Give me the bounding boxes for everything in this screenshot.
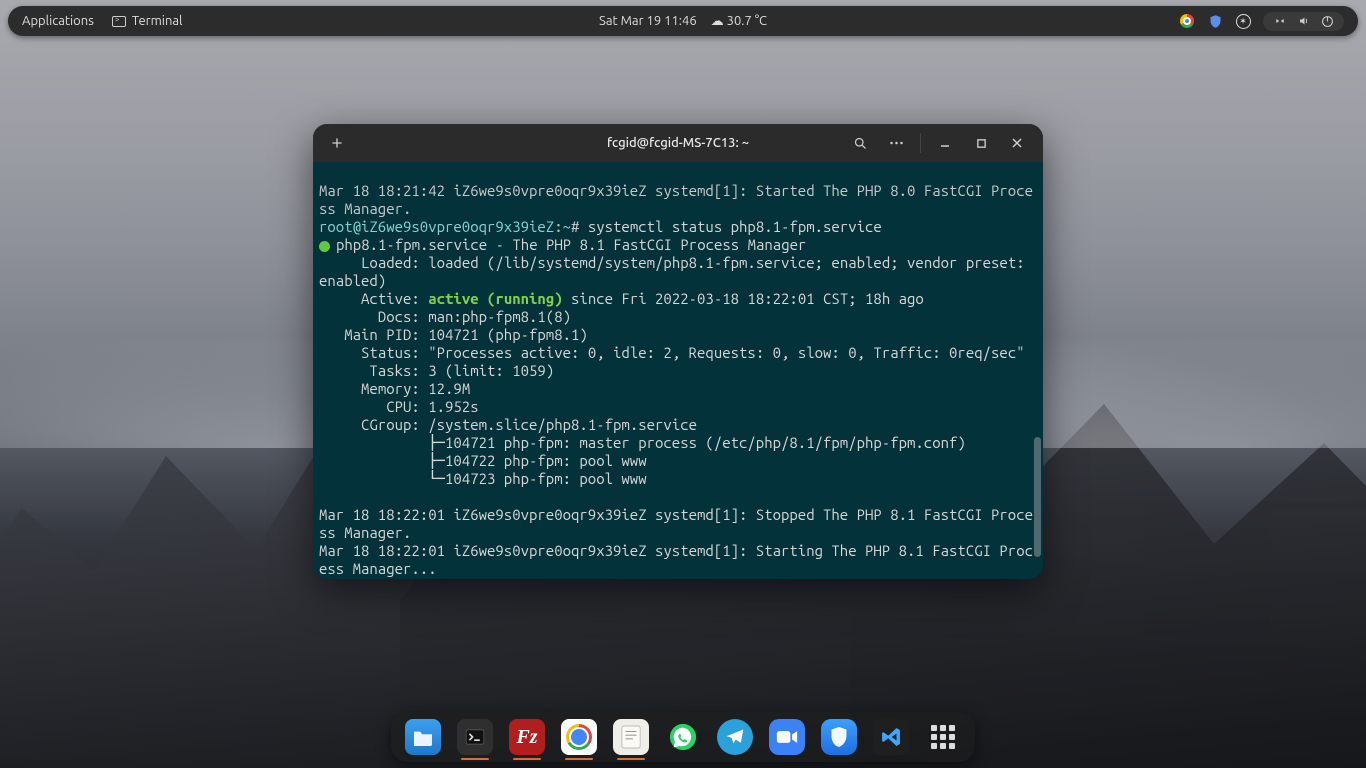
taskbar-terminal[interactable]: Terminal xyxy=(112,14,183,28)
maximize-button[interactable] xyxy=(965,129,997,157)
docs-line: Docs: man:php-fpm8.1(8) xyxy=(319,308,571,325)
dock: Fz xyxy=(391,712,975,762)
terminal-window: fcgid@fcgid-MS-7C13: ~ xyxy=(313,124,1043,579)
window-title: fcgid@fcgid-MS-7C13: ~ xyxy=(607,136,749,150)
active-label: Active: xyxy=(319,290,428,307)
network-icon xyxy=(1273,15,1287,27)
cpu-line: CPU: 1.952s xyxy=(319,398,479,415)
prompt-hash: # xyxy=(571,218,579,235)
cgroup-line: CGroup: /system.slice/php8.1-fpm.service xyxy=(319,416,697,433)
log-line: Mar 18 18:21:42 iZ6we9s0vpre0oqr9x39ieZ … xyxy=(319,182,1033,217)
prompt-path: ~ xyxy=(563,218,571,235)
desktop: Applications Terminal Sat Mar 19 11:46 ☁… xyxy=(0,0,1366,768)
new-tab-button[interactable] xyxy=(323,129,351,157)
temperature: 30.7 °C xyxy=(727,14,767,28)
dock-telegram[interactable] xyxy=(717,719,753,755)
clock[interactable]: Sat Mar 19 11:46 xyxy=(599,14,697,28)
scrollbar[interactable] xyxy=(1034,437,1041,557)
filezilla-label: Fz xyxy=(516,726,537,749)
cgroup-proc: ├─104721 php-fpm: master process (/etc/p… xyxy=(319,434,966,451)
weather[interactable]: ☁ 30.7 °C xyxy=(711,14,767,29)
accessibility-icon[interactable]: ✶ xyxy=(1235,13,1251,29)
volume-icon xyxy=(1297,15,1311,27)
dock-whatsapp[interactable] xyxy=(665,719,701,755)
system-tray[interactable] xyxy=(1263,12,1344,31)
power-icon xyxy=(1321,15,1334,28)
dock-vscode[interactable] xyxy=(873,719,909,755)
loaded-line: Loaded: loaded (/lib/systemd/system/php8… xyxy=(319,254,1033,289)
command: systemctl status php8.1-fpm.service xyxy=(588,218,882,235)
shield-icon[interactable] xyxy=(1207,13,1223,29)
log-line: Mar 18 18:22:01 iZ6we9s0vpre0oqr9x39ieZ … xyxy=(319,506,1033,541)
terminal-icon xyxy=(112,16,126,27)
chrome-icon xyxy=(566,724,592,750)
search-button[interactable] xyxy=(844,129,876,157)
dock-chrome[interactable] xyxy=(561,719,597,755)
status-dot-icon xyxy=(319,241,330,252)
taskbar-terminal-label: Terminal xyxy=(132,14,183,28)
menu-button[interactable] xyxy=(880,129,912,157)
close-button[interactable] xyxy=(1001,129,1033,157)
cgroup-proc: ├─104722 php-fpm: pool www xyxy=(319,452,647,469)
tasks-line: Tasks: 3 (limit: 1059) xyxy=(319,362,554,379)
apps-grid-icon xyxy=(931,725,955,749)
cgroup-proc: └─104723 php-fpm: pool www xyxy=(319,470,647,487)
dock-zoom[interactable] xyxy=(769,719,805,755)
prompt-user: root@iZ6we9s0vpre0oqr9x39ieZ xyxy=(319,218,554,235)
window-titlebar[interactable]: fcgid@fcgid-MS-7C13: ~ xyxy=(313,124,1043,162)
cloud-icon: ☁ xyxy=(711,14,724,28)
applications-menu[interactable]: Applications xyxy=(22,14,94,28)
top-bar: Applications Terminal Sat Mar 19 11:46 ☁… xyxy=(8,6,1358,36)
log-line: Mar 18 18:22:01 iZ6we9s0vpre0oqr9x39ieZ … xyxy=(319,542,1033,577)
mainpid-line: Main PID: 104721 (php-fpm8.1) xyxy=(319,326,588,343)
minimize-button[interactable] xyxy=(929,129,961,157)
dock-files[interactable] xyxy=(405,719,441,755)
service-name: php8.1-fpm.service - The PHP 8.1 FastCGI… xyxy=(336,236,806,253)
terminal-body[interactable]: Mar 18 18:21:42 iZ6we9s0vpre0oqr9x39ieZ … xyxy=(313,162,1043,579)
titlebar-separator xyxy=(920,133,921,153)
status-line: Status: "Processes active: 0, idle: 2, R… xyxy=(319,344,1025,361)
dock-show-apps[interactable] xyxy=(925,719,961,755)
chrome-indicator-icon[interactable] xyxy=(1179,13,1195,29)
dock-vpn[interactable] xyxy=(821,719,857,755)
dock-terminal[interactable] xyxy=(457,719,493,755)
dock-filezilla[interactable]: Fz xyxy=(509,719,545,755)
prompt-sep: : xyxy=(554,218,562,235)
dock-text-editor[interactable] xyxy=(613,719,649,755)
active-rest: since Fri 2022-03-18 18:22:01 CST; 18h a… xyxy=(563,290,924,307)
memory-line: Memory: 12.9M xyxy=(319,380,470,397)
active-value: active (running) xyxy=(428,290,562,307)
